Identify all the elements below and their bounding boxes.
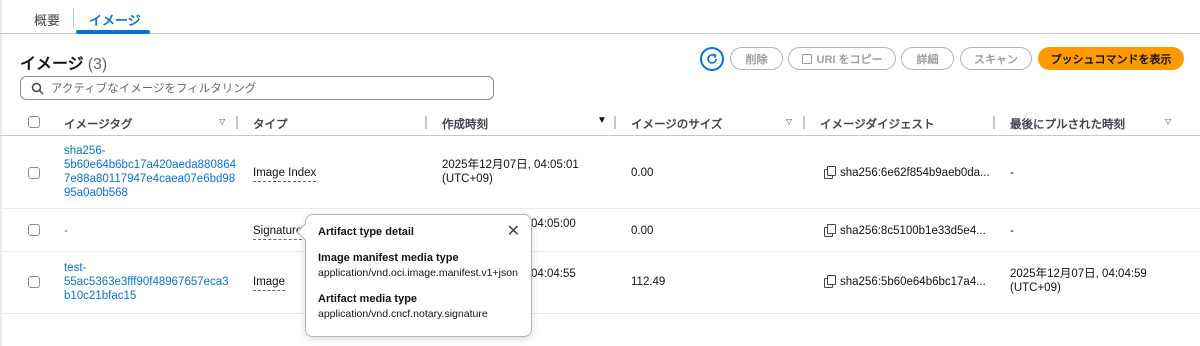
row-checkbox[interactable] [28, 276, 40, 288]
image-size: 112.49 [631, 276, 666, 288]
image-size: 0.00 [631, 167, 654, 179]
digest-text: sha256:5b60e64b6bc17a4... [840, 276, 986, 288]
image-count: (3) [87, 56, 108, 73]
image-tag-line: 55ac5363e3fff90f48967657eca3 [64, 276, 229, 288]
last-pulled-line: 2025年12月07日, 04:04:59 [1010, 268, 1147, 280]
artifact-media-type-value: application/vnd.cncf.notary.signature [318, 308, 488, 320]
copy-uri-label: URI をコピー [816, 53, 883, 66]
delete-button-label: 削除 [745, 53, 768, 66]
image-digest: sha256:8c5100b1e33d5e4... [824, 224, 986, 238]
copy-icon[interactable] [824, 224, 836, 237]
image-tag-line: sha256- [64, 145, 106, 157]
copy-uri-button[interactable]: URI をコピー [788, 47, 896, 70]
column-header-type[interactable]: タイプ [253, 116, 288, 132]
sort-icon[interactable]: ▽ [219, 117, 225, 126]
artifact-type-trigger[interactable]: Image Index [253, 166, 317, 182]
details-button-label: 詳細 [916, 53, 939, 66]
tab-overview[interactable]: 概要 [34, 10, 60, 29]
digest-text: sha256:8c5100b1e33d5e4... [840, 225, 986, 237]
table-row: test- 55ac5363e3fff90f48967657eca3 b10c2… [0, 252, 1200, 314]
column-header-image-tag[interactable]: イメージタグ [64, 116, 133, 132]
image-tag-line: 5b60e64b6bc17a420aeda880864 [64, 159, 237, 171]
search-icon [31, 82, 44, 95]
view-push-commands-button[interactable]: プッシュコマンドを表示 [1038, 47, 1184, 70]
artifact-type-trigger[interactable]: Signature [253, 224, 303, 240]
created-time: 04:05:00 [531, 218, 576, 230]
artifact-media-type-label: Artifact media type [318, 293, 418, 305]
table-header: イメージタグ ▽ タイプ 作成時刻 ▼ イメージのサイズ ▽ イメージダイジェス… [0, 108, 1200, 136]
image-tag-link[interactable]: sha256- 5b60e64b6bc17a420aeda880864 7e88… [64, 144, 236, 200]
image-size: 0.00 [631, 225, 654, 237]
last-pulled-line: (UTC+09) [1010, 282, 1061, 294]
copy-icon [801, 53, 812, 64]
column-header-digest[interactable]: イメージダイジェスト [820, 116, 935, 132]
column-resizer[interactable] [425, 116, 427, 129]
column-resizer[interactable] [993, 116, 995, 129]
column-header-created[interactable]: 作成時刻 [442, 116, 488, 132]
select-all-checkbox[interactable] [28, 116, 40, 128]
image-tag-line: 95a0a0b568 [64, 187, 128, 199]
column-header-last-pulled[interactable]: 最後にプルされた時刻 [1010, 116, 1125, 132]
copy-icon[interactable] [824, 166, 836, 179]
filter-input[interactable]: アクティブなイメージをフィルタリング [20, 76, 494, 100]
created-time-line: (UTC+09) [442, 173, 493, 185]
scan-button-label: スキャン [974, 53, 1018, 66]
close-icon[interactable]: ✕ [507, 224, 520, 240]
image-tag-line: b10c21bfac15 [64, 290, 137, 302]
column-resizer[interactable] [803, 116, 805, 129]
column-resizer[interactable] [614, 116, 616, 129]
image-tag-link[interactable]: - [64, 224, 68, 238]
column-resizer[interactable] [236, 116, 238, 129]
last-pulled-time: - [1010, 225, 1014, 237]
last-pulled-time: - [1010, 167, 1014, 179]
tab-images[interactable]: イメージ [89, 10, 141, 29]
created-time: 04:04:55 [531, 268, 576, 280]
created-time-line: 2025年12月07日, 04:05:01 [442, 159, 579, 171]
artifact-type-trigger[interactable]: Image [253, 275, 285, 291]
popover-title: Artifact type detail [318, 226, 414, 238]
page-title: イメージ (3) [20, 50, 107, 74]
row-checkbox[interactable] [28, 167, 40, 179]
page-title-text: イメージ [20, 56, 84, 73]
row-checkbox[interactable] [28, 224, 40, 236]
image-tag-line: test- [64, 262, 87, 274]
push-button-label: プッシュコマンドを表示 [1050, 53, 1172, 66]
tab-divider [73, 8, 74, 28]
artifact-type-popover: Artifact type detail ✕ Image manifest me… [296, 214, 532, 337]
delete-button[interactable]: 削除 [730, 47, 783, 70]
sort-icon[interactable]: ▽ [786, 117, 792, 126]
created-time: 2025年12月07日, 04:05:01 (UTC+09) [442, 158, 579, 186]
copy-icon[interactable] [824, 275, 836, 288]
manifest-media-type-value: application/vnd.oci.image.manifest.v1+js… [318, 267, 518, 279]
table-row: sha256- 5b60e64b6bc17a420aeda880864 7e88… [0, 136, 1200, 209]
details-button[interactable]: 詳細 [901, 47, 954, 70]
active-tab-indicator [76, 30, 150, 34]
tab-bar: 概要 イメージ [0, 0, 1200, 34]
digest-text: sha256:6e62f854b9aeb0da... [840, 167, 990, 179]
image-digest: sha256:6e62f854b9aeb0da... [824, 166, 990, 180]
scan-button[interactable]: スキャン [960, 47, 1032, 70]
image-tag-line: 7e88a80117947e4caea07e6bd98 [64, 173, 236, 185]
last-pulled-time: 2025年12月07日, 04:04:59 (UTC+09) [1010, 267, 1147, 295]
image-digest: sha256:5b60e64b6bc17a4... [824, 275, 986, 289]
table-row: - Signature 04:05:00 0.00 sha256:8c5100b… [0, 209, 1200, 252]
refresh-button[interactable] [700, 47, 724, 71]
manifest-media-type-label: Image manifest media type [318, 252, 459, 264]
image-tag-link[interactable]: test- 55ac5363e3fff90f48967657eca3 b10c2… [64, 261, 229, 303]
filter-placeholder: アクティブなイメージをフィルタリング [51, 83, 257, 95]
refresh-icon [707, 53, 717, 64]
sort-icon[interactable]: ▽ [1165, 117, 1171, 126]
column-header-size[interactable]: イメージのサイズ [631, 116, 722, 132]
sort-desc-icon[interactable]: ▼ [597, 115, 607, 126]
